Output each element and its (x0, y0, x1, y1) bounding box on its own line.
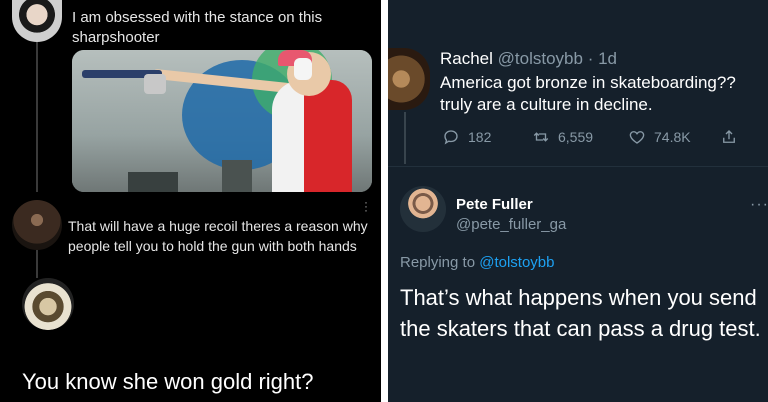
left-thread-panel: I am obsessed with the stance on this sh… (0, 0, 381, 402)
user-handle[interactable]: @pete_fuller_ga (456, 216, 566, 234)
more-options-icon[interactable]: ··· (750, 196, 768, 214)
tweet-actions: 182 6,559 74.8K (440, 128, 760, 150)
photo-ear-protection (294, 58, 312, 80)
display-name[interactable]: Rachel (440, 49, 493, 68)
post-text: I am obsessed with the stance on this sh… (72, 9, 323, 46)
retweet-count: 6,559 (558, 129, 594, 145)
retweet-icon (533, 132, 549, 142)
photo-shooter (272, 80, 352, 192)
divider (388, 166, 768, 167)
right-tweet-panel: Rachel @tolstoybb · 1d America got bronz… (388, 0, 768, 402)
thread-connector (404, 112, 406, 164)
share-button[interactable] (720, 128, 746, 146)
avatar[interactable] (12, 200, 62, 250)
replying-to: Replying to @tolstoybb (400, 254, 554, 272)
reply-icon (444, 130, 458, 145)
tweet-header: Rachel @tolstoybb · 1d (440, 48, 617, 70)
post-photo[interactable] (72, 50, 372, 192)
user-handle[interactable]: @tolstoybb (498, 49, 583, 68)
avatar[interactable] (400, 186, 446, 232)
reply-text: That’s what happens when you send the sk… (400, 285, 761, 341)
avatar[interactable] (22, 278, 74, 330)
thread-connector (36, 42, 38, 192)
photo-bench (128, 172, 178, 192)
panel-divider (381, 0, 388, 402)
like-count: 74.8K (654, 129, 691, 145)
like-button[interactable]: 74.8K (628, 128, 691, 146)
more-options-icon[interactable]: ··· (364, 196, 368, 216)
post-text: That will have a huge recoil theres a re… (68, 218, 368, 254)
reply-count: 182 (468, 129, 492, 145)
photo-pistol-grip (144, 74, 166, 94)
avatar[interactable] (388, 48, 430, 110)
share-icon (723, 130, 735, 143)
heart-icon (629, 131, 645, 144)
avatar[interactable] (12, 0, 62, 42)
photo-bench (222, 160, 252, 192)
replying-label: Replying to (400, 254, 476, 271)
reply-button[interactable]: 182 (442, 128, 491, 146)
mention-link[interactable]: @tolstoybb (479, 254, 554, 271)
retweet-button[interactable]: 6,559 (532, 128, 593, 146)
display-name[interactable]: Pete Fuller (456, 196, 533, 214)
tweet-time[interactable]: · 1d (588, 49, 617, 68)
post-text: You know she won gold right? (22, 369, 314, 394)
tweet-text: America got bronze in skateboarding?? tr… (440, 73, 736, 114)
thread-connector (36, 250, 38, 278)
